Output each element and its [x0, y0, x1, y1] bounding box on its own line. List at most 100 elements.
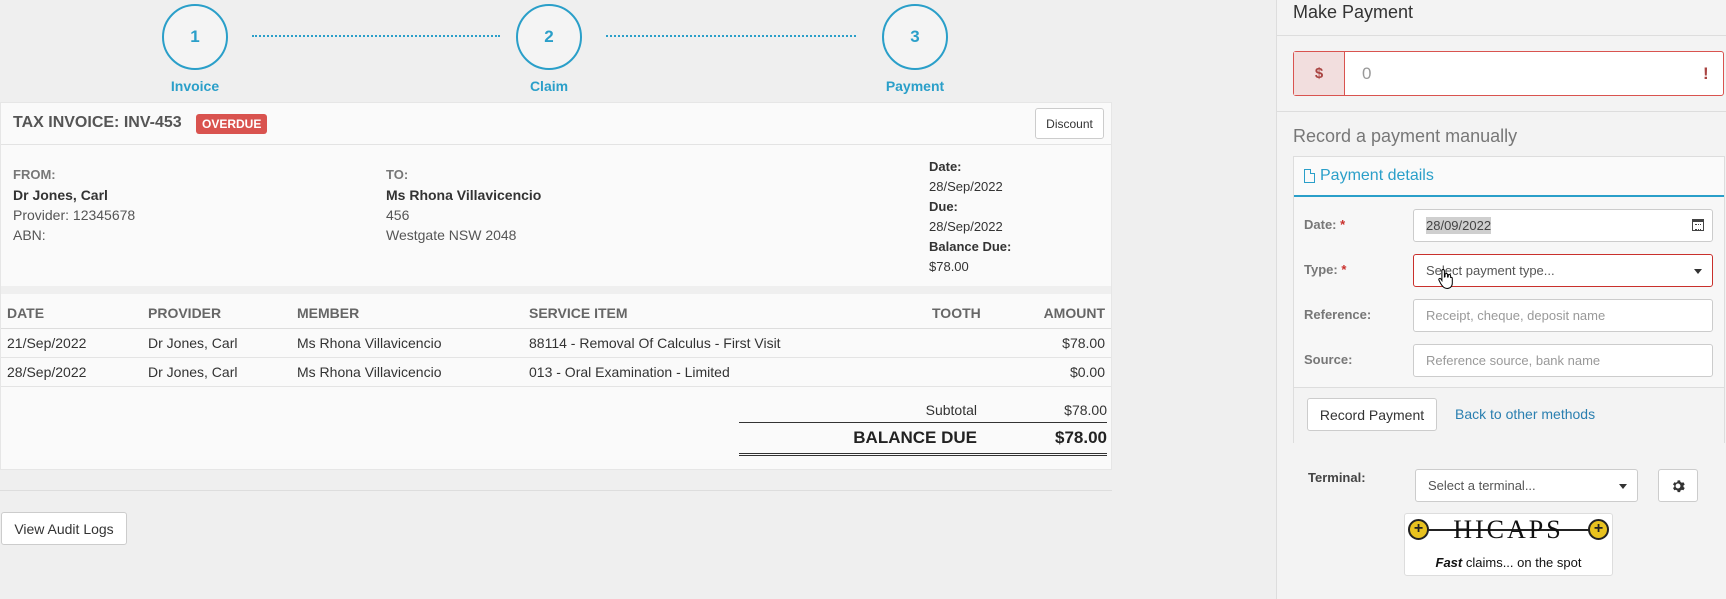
- due-value: 28/Sep/2022: [929, 219, 1003, 234]
- payment-details-panel: Payment details Date: * 28/09/2022 Type:…: [1293, 156, 1725, 443]
- to-label: TO:: [386, 167, 409, 182]
- source-placeholder: Reference source, bank name: [1426, 353, 1601, 368]
- invoice-items-table: DATE PROVIDER MEMBER SERVICE ITEM TOOTH …: [1, 298, 1111, 387]
- invoice-panel: TAX INVOICE: INV-453 OVERDUE Discount FR…: [0, 102, 1112, 470]
- gear-icon: [1673, 479, 1685, 492]
- cell-amount: $78.00: [1001, 328, 1111, 358]
- source-row: Source: Reference source, bank name: [1294, 344, 1724, 377]
- subtotal-row: Subtotal $78.00: [739, 397, 1107, 423]
- cell-service: 88114 - Removal Of Calculus - First Visi…: [523, 328, 926, 358]
- view-audit-logs-button[interactable]: View Audit Logs: [1, 512, 127, 545]
- step-circle: 3: [882, 4, 948, 70]
- divider: [1277, 111, 1726, 112]
- subtotal-value: $78.00: [1064, 401, 1107, 418]
- terminal-select[interactable]: Select a terminal...: [1415, 469, 1638, 502]
- payment-type-select[interactable]: Select payment type...: [1413, 254, 1713, 287]
- payment-details-footer: Record Payment Back to other methods: [1294, 387, 1724, 443]
- cell-member: Ms Rhona Villavicencio: [291, 357, 523, 387]
- to-line1: 456: [386, 207, 410, 223]
- divider: [1277, 35, 1726, 36]
- chevron-down-icon: [1619, 484, 1627, 489]
- invoice-totals: Subtotal $78.00 BALANCE DUE $78.00: [739, 397, 1107, 456]
- from-name: Dr Jones, Carl: [13, 187, 108, 203]
- step-claim[interactable]: 2 Claim: [494, 4, 604, 94]
- amount-value[interactable]: 0: [1345, 52, 1703, 95]
- date-value: 28/Sep/2022: [929, 179, 1003, 194]
- column-header-tooth: TOOTH: [926, 298, 1001, 329]
- type-row: Type: * Select payment type...: [1294, 254, 1724, 287]
- column-header-date: DATE: [1, 298, 142, 329]
- from-abn: ABN:: [13, 227, 46, 243]
- tab-label: Payment details: [1320, 167, 1434, 184]
- step-connector: [252, 35, 500, 37]
- cell-date: 21/Sep/2022: [1, 328, 142, 358]
- column-header-service: SERVICE ITEM: [523, 298, 926, 329]
- cell-tooth: [926, 357, 1001, 387]
- invoice-header: TAX INVOICE: INV-453 OVERDUE Discount: [1, 103, 1111, 145]
- date-row: Date: * 28/09/2022: [1294, 209, 1724, 242]
- date-label: Date:: [929, 159, 962, 174]
- table-row: 28/Sep/2022 Dr Jones, Carl Ms Rhona Vill…: [1, 357, 1111, 387]
- record-payment-button[interactable]: Record Payment: [1307, 398, 1437, 431]
- to-name: Ms Rhona Villavicencio: [386, 187, 542, 203]
- table-row: 21/Sep/2022 Dr Jones, Carl Ms Rhona Vill…: [1, 328, 1111, 358]
- payment-sidebar: Make Payment $ 0 ! Record a payment manu…: [1276, 0, 1726, 599]
- hand-cursor-icon: [1438, 268, 1453, 290]
- document-icon: [1304, 169, 1315, 183]
- cell-provider: Dr Jones, Carl: [142, 357, 291, 387]
- from-label: FROM:: [13, 167, 56, 182]
- balance-due-total-label: BALANCE DUE: [853, 428, 977, 447]
- balance-due-value: $78.00: [929, 259, 969, 274]
- column-header-amount: AMOUNT: [1001, 298, 1111, 329]
- cell-date: 28/Sep/2022: [1, 357, 142, 387]
- source-input[interactable]: Reference source, bank name: [1413, 344, 1713, 377]
- cell-amount: $0.00: [1001, 357, 1111, 387]
- subtotal-label: Subtotal: [925, 401, 977, 418]
- discount-button[interactable]: Discount: [1035, 108, 1104, 139]
- date-field-label: Date: *: [1304, 217, 1346, 232]
- reference-placeholder: Receipt, cheque, deposit name: [1426, 308, 1606, 323]
- divider: [1, 286, 1111, 294]
- reference-input[interactable]: Receipt, cheque, deposit name: [1413, 299, 1713, 332]
- source-field-label: Source:: [1304, 352, 1353, 367]
- terminal-settings-button[interactable]: [1658, 469, 1698, 502]
- step-payment[interactable]: 3 Payment: [860, 4, 970, 94]
- type-field-label: Type: *: [1304, 262, 1347, 277]
- tab-payment-details[interactable]: Payment details: [1294, 157, 1724, 197]
- warning-icon: !: [1703, 63, 1709, 83]
- invoice-dates: Date: 28/Sep/2022 Due: 28/Sep/2022 Balan…: [929, 157, 1011, 277]
- hicaps-logo[interactable]: + + HICAPS Fast claims... on the spot: [1404, 513, 1613, 576]
- step-label: Payment: [885, 78, 945, 94]
- invoice-title: TAX INVOICE: INV-453: [13, 114, 182, 131]
- due-label: Due:: [929, 199, 958, 214]
- step-connector: [606, 35, 856, 37]
- step-circle: 1: [162, 4, 228, 70]
- terminal-label: Terminal:: [1308, 470, 1366, 485]
- payment-amount-input[interactable]: $ 0 !: [1293, 51, 1724, 96]
- balance-due-total-value: $78.00: [1055, 428, 1107, 447]
- from-address: FROM: Dr Jones, Carl Provider: 12345678 …: [13, 165, 135, 245]
- manual-payment-title: Record a payment manually: [1293, 126, 1518, 146]
- date-field[interactable]: 28/09/2022: [1413, 209, 1713, 242]
- to-address: TO: Ms Rhona Villavicencio 456 Westgate …: [386, 165, 541, 245]
- from-provider: Provider: 12345678: [13, 207, 136, 223]
- cell-service: 013 - Oral Examination - Limited: [523, 357, 926, 387]
- reference-row: Reference: Receipt, cheque, deposit name: [1294, 299, 1724, 332]
- date-field-value: 28/09/2022: [1426, 217, 1492, 234]
- calendar-icon[interactable]: [1692, 219, 1704, 231]
- hicaps-wordmark: HICAPS: [1453, 515, 1564, 544]
- cell-member: Ms Rhona Villavicencio: [291, 328, 523, 358]
- step-circle: 2: [516, 4, 582, 70]
- balance-due-row: BALANCE DUE $78.00: [739, 423, 1107, 456]
- step-label: Claim: [529, 78, 569, 94]
- cell-tooth: [926, 328, 1001, 358]
- step-invoice[interactable]: 1 Invoice: [140, 4, 250, 94]
- chevron-down-icon: [1694, 269, 1702, 274]
- back-to-other-methods-link[interactable]: Back to other methods: [1455, 406, 1595, 422]
- cell-provider: Dr Jones, Carl: [142, 328, 291, 358]
- reference-field-label: Reference:: [1304, 307, 1372, 322]
- table-header-row: DATE PROVIDER MEMBER SERVICE ITEM TOOTH …: [1, 298, 1111, 329]
- step-label: Invoice: [170, 78, 220, 94]
- to-line2: Westgate NSW 2048: [386, 227, 517, 243]
- status-badge: OVERDUE: [196, 114, 268, 134]
